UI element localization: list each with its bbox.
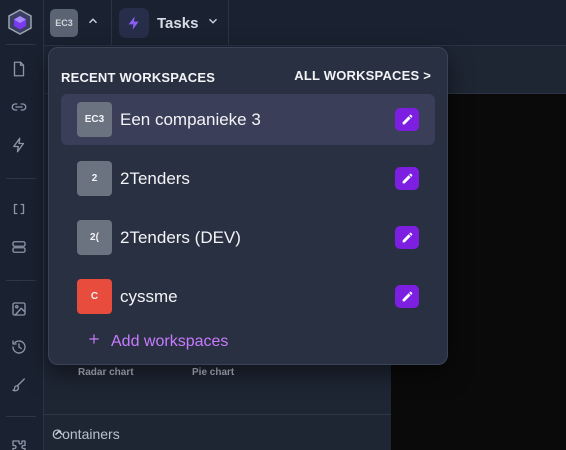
tile-pie-chart[interactable]: Pie chart (192, 367, 234, 378)
workspace-row[interactable]: C cyssme (61, 271, 435, 322)
bolt-icon (119, 8, 149, 38)
pencil-icon (402, 291, 412, 302)
app-switcher[interactable]: Tasks (119, 8, 220, 38)
plus-icon (87, 332, 101, 351)
pencil-icon (402, 232, 412, 243)
workspace-avatar: 2 (77, 161, 112, 196)
chevron-up-icon (52, 426, 377, 443)
workspace-row[interactable]: 2( 2Tenders (DEV) (61, 212, 435, 263)
rail-divider (6, 44, 36, 45)
workspace-name: cyssme (120, 287, 178, 306)
workspace-avatar: EC3 (77, 102, 112, 137)
edit-workspace-button[interactable] (395, 108, 419, 131)
edit-workspace-button[interactable] (395, 226, 419, 249)
bolt-icon[interactable] (8, 134, 30, 156)
workspace-avatar: 2( (77, 220, 112, 255)
left-rail (0, 0, 44, 450)
all-workspaces-link[interactable]: ALL WORKSPACES > (294, 68, 431, 83)
app-name: Tasks (157, 14, 199, 32)
workspace-avatar: EC3 (50, 9, 78, 37)
tile-radar-chart[interactable]: Radar chart (78, 367, 134, 378)
brush-icon[interactable] (8, 374, 30, 396)
pencil-icon (402, 114, 412, 125)
puzzle-icon[interactable] (8, 436, 30, 450)
workspace-avatar: C (77, 279, 112, 314)
rail-divider (6, 416, 36, 417)
workspace-row[interactable]: EC3 Een companieke 3 (61, 94, 435, 145)
app-logo[interactable] (6, 8, 34, 36)
add-workspaces-label: Add workspaces (111, 332, 229, 350)
edit-workspace-button[interactable] (395, 167, 419, 190)
edit-workspace-button[interactable] (395, 285, 419, 308)
image-icon[interactable] (8, 298, 30, 320)
file-icon[interactable] (8, 58, 30, 80)
workspace-name: 2Tenders (DEV) (120, 228, 241, 247)
top-bar: EC3 Tasks (44, 0, 566, 46)
add-workspaces-button[interactable]: Add workspaces (87, 332, 228, 351)
rail-divider (6, 280, 36, 281)
history-icon[interactable] (8, 336, 30, 358)
workspace-switcher[interactable]: EC3 (50, 9, 100, 37)
pencil-icon (402, 173, 412, 184)
workspace-dropdown: RECENT WORKSPACES ALL WORKSPACES > EC3 E… (48, 47, 448, 365)
link-icon[interactable] (8, 96, 30, 118)
chevron-down-icon (206, 14, 220, 33)
divider (228, 0, 229, 46)
workspace-row[interactable]: 2 2Tenders (61, 153, 435, 204)
rail-divider (6, 178, 36, 179)
containers-section[interactable]: Containers (44, 414, 391, 450)
recent-workspaces-heading: RECENT WORKSPACES (61, 70, 216, 85)
brackets-icon[interactable] (8, 198, 30, 220)
divider (111, 0, 112, 46)
workspace-name: Een companieke 3 (120, 110, 261, 129)
workspace-name: 2Tenders (120, 169, 190, 188)
chevron-up-icon (86, 14, 100, 33)
database-icon[interactable] (8, 236, 30, 258)
